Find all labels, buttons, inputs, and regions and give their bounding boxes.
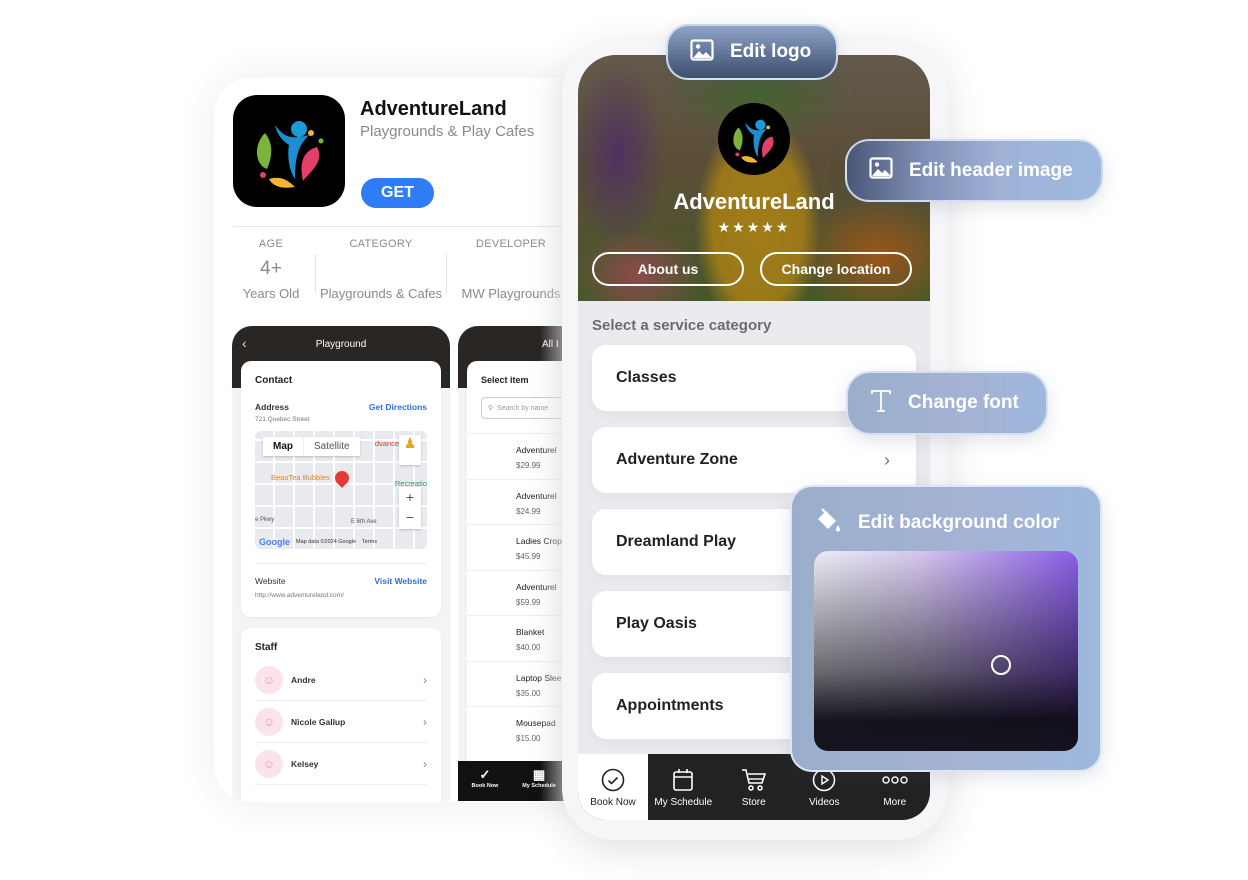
app-subtitle: Playgrounds & Play Cafes xyxy=(360,123,535,140)
info-label: CATEGORY xyxy=(349,238,413,250)
get-button[interactable]: GET xyxy=(361,178,434,208)
calendar-icon xyxy=(672,767,694,793)
section-label: Select a service category xyxy=(592,317,772,334)
staff-row[interactable]: ☺ Andre › xyxy=(255,659,427,701)
chevron-right-icon: › xyxy=(423,672,427,687)
edit-logo-label: Edit logo xyxy=(730,41,812,62)
map-terms-link[interactable]: Terms xyxy=(362,539,377,545)
map-place-label: dvance xyxy=(374,439,399,448)
staff-name: Andre xyxy=(291,674,316,685)
map-tab-map[interactable]: Map xyxy=(263,437,304,456)
info-category: CATEGORY Playgrounds & Cafes xyxy=(318,238,444,301)
chevron-right-icon: › xyxy=(884,449,890,470)
staff-card: Staff ☺ Andre › ☺ Nicole Gallup › ☺ Kels… xyxy=(241,628,441,801)
tab-book-now[interactable]: ✓ Book Now xyxy=(458,761,512,801)
image-icon xyxy=(869,157,893,184)
website-label: Website xyxy=(255,576,286,586)
get-directions-link[interactable]: Get Directions xyxy=(369,402,427,412)
divider xyxy=(255,563,427,564)
category-name: Adventure Zone xyxy=(616,451,738,468)
staff-heading: Staff xyxy=(255,642,278,653)
change-font-button[interactable]: Change font xyxy=(846,371,1048,435)
chevron-right-icon: › xyxy=(423,756,427,771)
info-value-big: 4+ xyxy=(260,258,282,279)
staff-row[interactable]: ☺ Kelsey › xyxy=(255,743,427,785)
map-tab-satellite[interactable]: Satellite xyxy=(304,437,360,456)
brand-logo[interactable] xyxy=(718,103,790,175)
tab-label: Store xyxy=(741,796,766,808)
google-logo: Google xyxy=(259,537,290,547)
address-label: Address xyxy=(255,402,290,412)
check-circle-icon xyxy=(601,767,625,793)
contact-screenshot: ‹ Playground Contact Address Get Directi… xyxy=(232,326,450,801)
map-attribution: Map data ©2024 Google xyxy=(296,539,357,545)
check-circle-icon: ✓ xyxy=(479,767,491,782)
zoom-in-button[interactable]: + xyxy=(399,487,421,507)
text-font-icon xyxy=(870,389,892,418)
avatar: ☺ xyxy=(255,707,283,736)
map-place-label: BeauTea Bubbles xyxy=(271,473,330,482)
tab-label: More xyxy=(883,796,907,808)
divider xyxy=(446,254,447,294)
street-view-icon[interactable]: ♟ xyxy=(399,435,421,465)
map-view[interactable]: Map Satellite dvance BeauTea Bubbles Rec… xyxy=(255,431,427,549)
zoom-out-button[interactable]: − xyxy=(399,507,421,527)
paint-bucket-icon xyxy=(814,507,842,539)
contact-card: Contact Address Get Directions 721 Quebe… xyxy=(241,361,441,617)
map-type-tabs: Map Satellite xyxy=(263,437,360,456)
image-icon xyxy=(690,38,714,66)
change-font-label: Change font xyxy=(908,392,1019,413)
search-icon: ⚲ xyxy=(488,405,494,412)
map-pin-icon[interactable] xyxy=(332,468,352,488)
edit-header-label: Edit header image xyxy=(909,159,1073,181)
color-picker-area[interactable] xyxy=(814,551,1078,751)
category-adventure-zone[interactable]: Adventure Zone › xyxy=(592,427,916,493)
divider xyxy=(315,254,316,294)
contact-title: Playground xyxy=(315,339,367,350)
app-icon xyxy=(233,95,345,207)
website-url: http://www.adventureland.com/ xyxy=(255,592,344,599)
info-value-big xyxy=(318,258,444,282)
app-store-listing: AdventureLand Playgrounds & Play Cafes G… xyxy=(214,78,594,802)
info-label: AGE xyxy=(258,238,284,250)
staff-name: Kelsey xyxy=(291,758,319,769)
avatar: ☺ xyxy=(255,665,283,694)
visit-website-link[interactable]: Visit Website xyxy=(374,576,427,586)
staff-row[interactable]: ☺ Nicole Gallup › xyxy=(255,701,427,743)
back-icon[interactable]: ‹ xyxy=(242,335,247,351)
tab-label: My Schedule xyxy=(654,796,713,808)
address-value: 721 Quebec Street xyxy=(255,416,310,423)
map-zoom-controls: + − xyxy=(399,487,421,529)
staff-name: Nicole Gallup xyxy=(291,716,346,727)
edit-header-image-button[interactable]: Edit header image xyxy=(845,139,1103,202)
map-street-label: e Pkwy xyxy=(255,517,275,523)
tab-label: Book Now xyxy=(471,783,499,789)
tab-my-schedule[interactable]: My Schedule xyxy=(648,754,719,820)
color-picker-handle[interactable] xyxy=(991,655,1011,675)
about-us-button[interactable]: About us xyxy=(592,252,744,286)
avatar: ☺ xyxy=(255,749,283,778)
map-footer: Google Map data ©2024 Google Terms xyxy=(259,537,377,547)
app-name: AdventureLand xyxy=(360,98,507,120)
edit-background-label: Edit background color xyxy=(858,512,1060,533)
tab-book-now[interactable]: Book Now xyxy=(578,754,648,820)
chevron-right-icon: › xyxy=(423,714,427,729)
cart-icon xyxy=(741,767,767,793)
edit-logo-button[interactable]: Edit logo xyxy=(666,24,838,80)
star-rating: ★★★★★ xyxy=(717,219,791,235)
contact-heading: Contact xyxy=(255,375,293,386)
info-value: Playgrounds & Cafes xyxy=(319,286,443,301)
map-street-label: E 6th Ave xyxy=(351,519,377,525)
panel-header: Edit background color xyxy=(814,507,1060,539)
info-age: AGE 4+ Years Old xyxy=(233,238,309,301)
edit-background-color-panel: Edit background color xyxy=(790,485,1102,772)
adventureland-logo-icon xyxy=(256,121,324,188)
info-value: Years Old xyxy=(242,286,300,301)
change-location-button[interactable]: Change location xyxy=(760,252,912,286)
adventureland-logo-icon xyxy=(733,119,774,163)
tab-store[interactable]: Store xyxy=(719,754,790,820)
tab-label: Videos xyxy=(809,796,840,808)
tab-label: Book Now xyxy=(590,796,636,808)
